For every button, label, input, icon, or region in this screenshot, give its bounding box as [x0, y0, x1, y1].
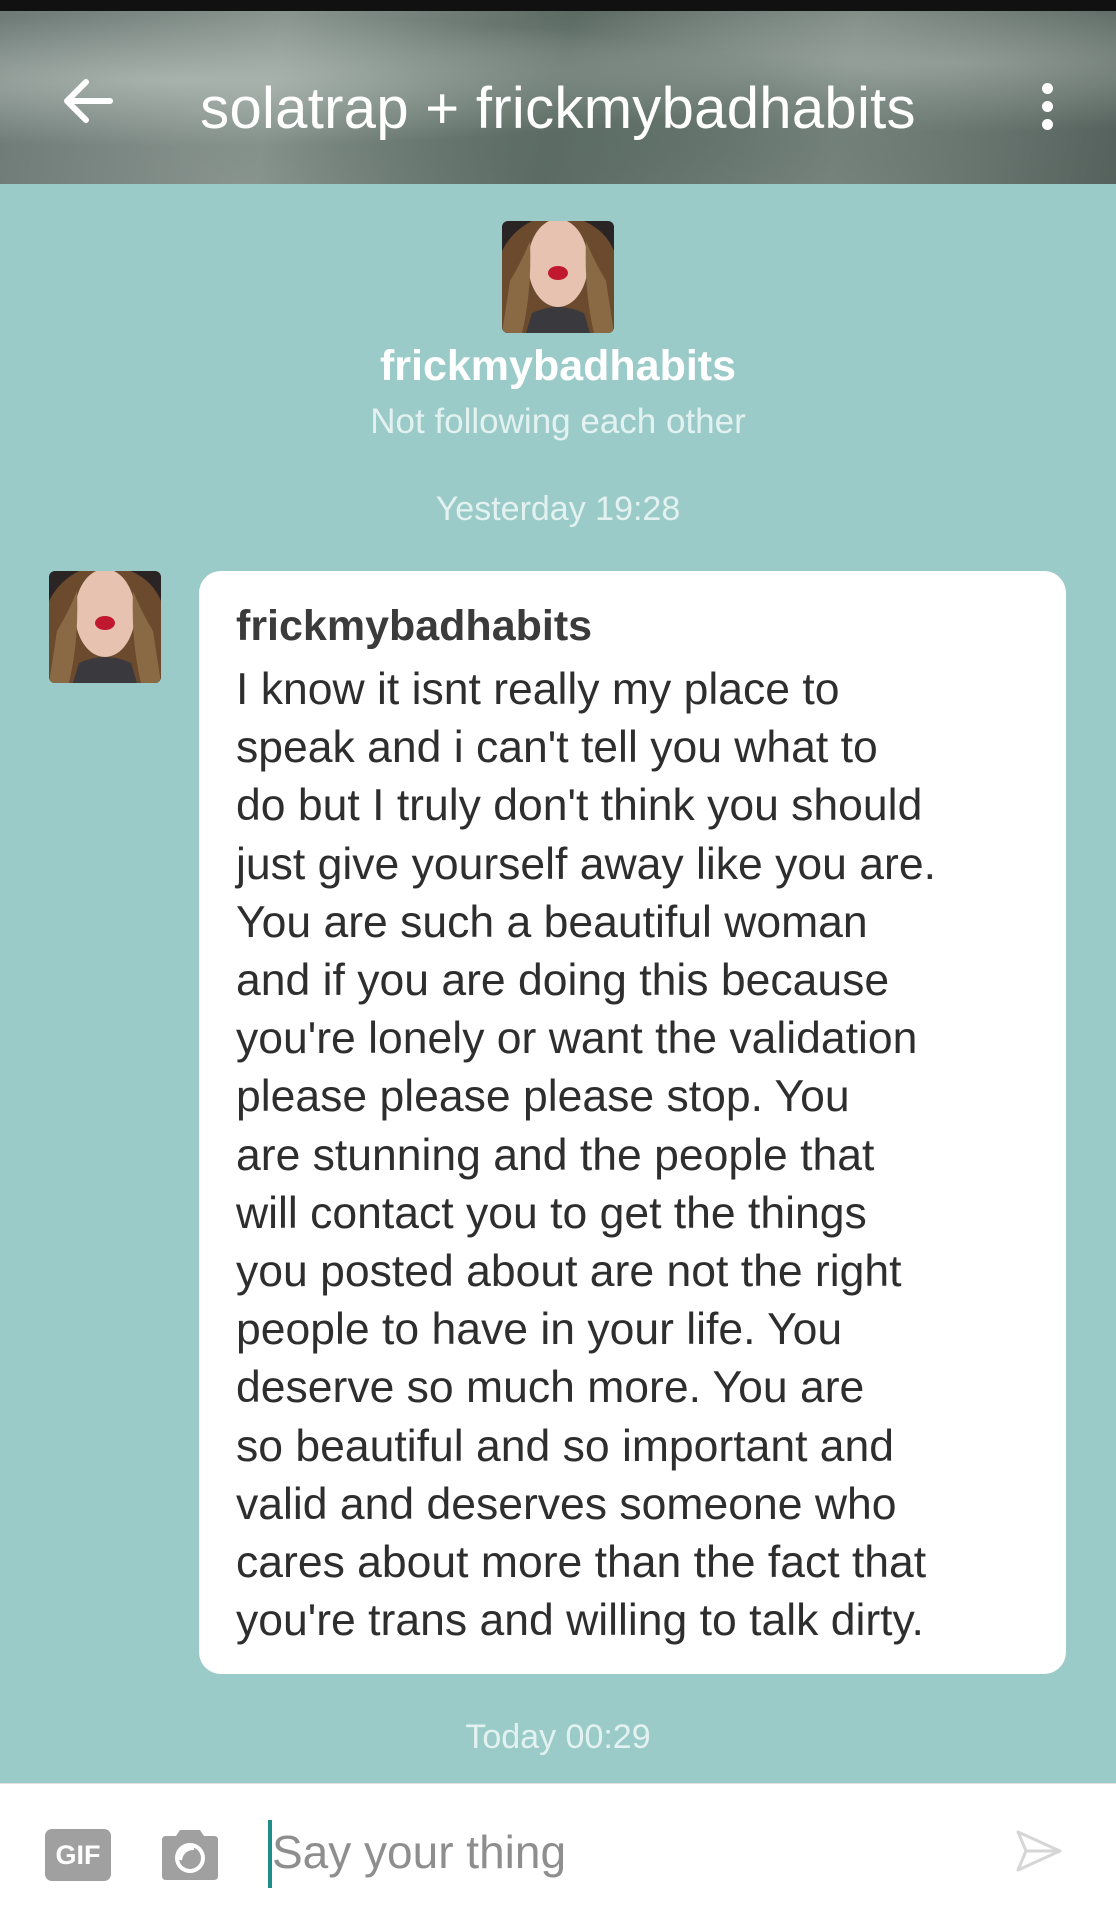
send-button[interactable] — [1014, 1826, 1064, 1876]
message-line: so beautiful and so important and — [236, 1421, 895, 1471]
message-input[interactable] — [268, 1812, 992, 1892]
message-line: speak and i can't tell you what to — [236, 723, 878, 773]
message-composer: GIF — [0, 1783, 1116, 1921]
message-timestamp: Today 00:29 — [465, 1718, 651, 1756]
camera-icon — [162, 1830, 218, 1880]
message-line: and if you are doing this because — [236, 956, 890, 1006]
message-line: You are such a beautiful woman — [236, 897, 868, 947]
message-line: are stunning and the people that — [236, 1130, 875, 1180]
message-line: will contact you to get the things — [236, 1188, 867, 1238]
avatar-image — [502, 221, 614, 333]
message-bubble[interactable]: frickmybadhabits I know it isnt really m… — [199, 571, 1066, 1674]
profile-name[interactable]: frickmybadhabits — [0, 340, 1116, 392]
avatar-image — [49, 571, 161, 683]
message-line: you're trans and willing to talk dirty. — [236, 1596, 924, 1646]
gif-button[interactable]: GIF — [45, 1829, 111, 1881]
message-line: valid and deserves someone who — [236, 1479, 897, 1529]
message-line: do but I truly don't think you should — [236, 781, 923, 831]
follow-status: Not following each other — [370, 402, 746, 441]
message-line: deserve so much more. You are — [236, 1363, 865, 1413]
message-line: cares about more than the fact that — [236, 1538, 927, 1588]
message-line: please please please stop. You — [236, 1072, 850, 1122]
message-timestamp: Yesterday 19:28 — [435, 490, 681, 528]
message-line: just give yourself away like you are. — [236, 839, 936, 889]
message-line: you posted about are not the right — [236, 1247, 902, 1297]
profile-avatar[interactable] — [502, 221, 614, 333]
camera-button[interactable] — [158, 1826, 222, 1884]
more-options-button[interactable] — [1030, 75, 1066, 139]
message-text: I know it isnt really my place to speak … — [236, 661, 1036, 1650]
sender-avatar[interactable] — [49, 571, 161, 683]
conversation-title: solatrap + frickmybadhabits — [200, 76, 916, 141]
message-line: you're lonely or want the validation — [236, 1014, 918, 1064]
send-icon — [1016, 1830, 1062, 1872]
message-line: people to have in your life. You — [236, 1305, 843, 1355]
app-header: solatrap + frickmybadhabits — [0, 0, 1116, 184]
message-sender: frickmybadhabits — [236, 602, 593, 650]
message-line: I know it isnt really my place to — [236, 665, 840, 714]
